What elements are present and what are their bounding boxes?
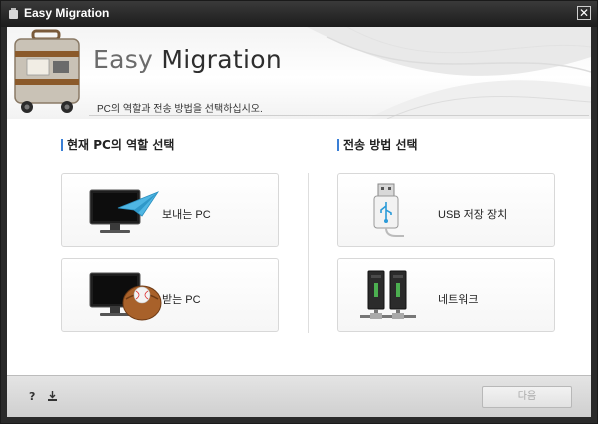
monitor-paper-plane-icon [89, 189, 160, 233]
download-icon[interactable] [47, 390, 58, 402]
close-button[interactable]: ✕ [577, 6, 591, 20]
header-divider [89, 115, 589, 116]
header-banner: Easy Migration PC의 역할과 전송 방법을 선택하십시오. [7, 27, 591, 119]
network-label: 네트워크 [438, 294, 479, 306]
method-section-title: 전송 방법 선택 [337, 139, 418, 151]
window-title: Easy Migration [24, 6, 110, 20]
next-button[interactable]: 다음 [482, 386, 572, 408]
header-subtitle: PC의 역할과 전송 방법을 선택하십시오. [97, 104, 263, 115]
usb-storage-option[interactable]: USB 저장 장치 [337, 173, 555, 247]
app-title: Easy Migration [93, 45, 282, 74]
app-icon [9, 8, 18, 19]
suitcase-logo-icon [14, 29, 80, 113]
usb-drive-icon [373, 183, 404, 237]
monitor-baseball-glove-icon [89, 272, 162, 321]
network-icon [360, 270, 416, 319]
app-title-bold: Migration [161, 45, 282, 74]
app-title-light: Easy [93, 45, 154, 74]
footer-bar: ? 다음 [7, 375, 591, 417]
role-section-title: 현재 PC의 역할 선택 [61, 139, 174, 151]
help-button[interactable]: ? [29, 390, 35, 403]
receiving-pc-option[interactable]: 받는 PC [61, 258, 279, 332]
sending-pc-label: 보내는 PC [162, 209, 211, 221]
network-option[interactable]: 네트워크 [337, 258, 555, 332]
usb-storage-label: USB 저장 장치 [438, 209, 508, 221]
app-window: Easy Migration ✕ Easy Migration PC의 역할과 … [0, 0, 598, 424]
title-bar[interactable]: Easy Migration ✕ [1, 1, 597, 27]
receiving-pc-label: 받는 PC [162, 294, 201, 306]
sending-pc-option[interactable]: 보내는 PC [61, 173, 279, 247]
section-divider [308, 173, 309, 333]
main-panel: Easy Migration PC의 역할과 전송 방법을 선택하십시오. 현재… [7, 27, 591, 417]
